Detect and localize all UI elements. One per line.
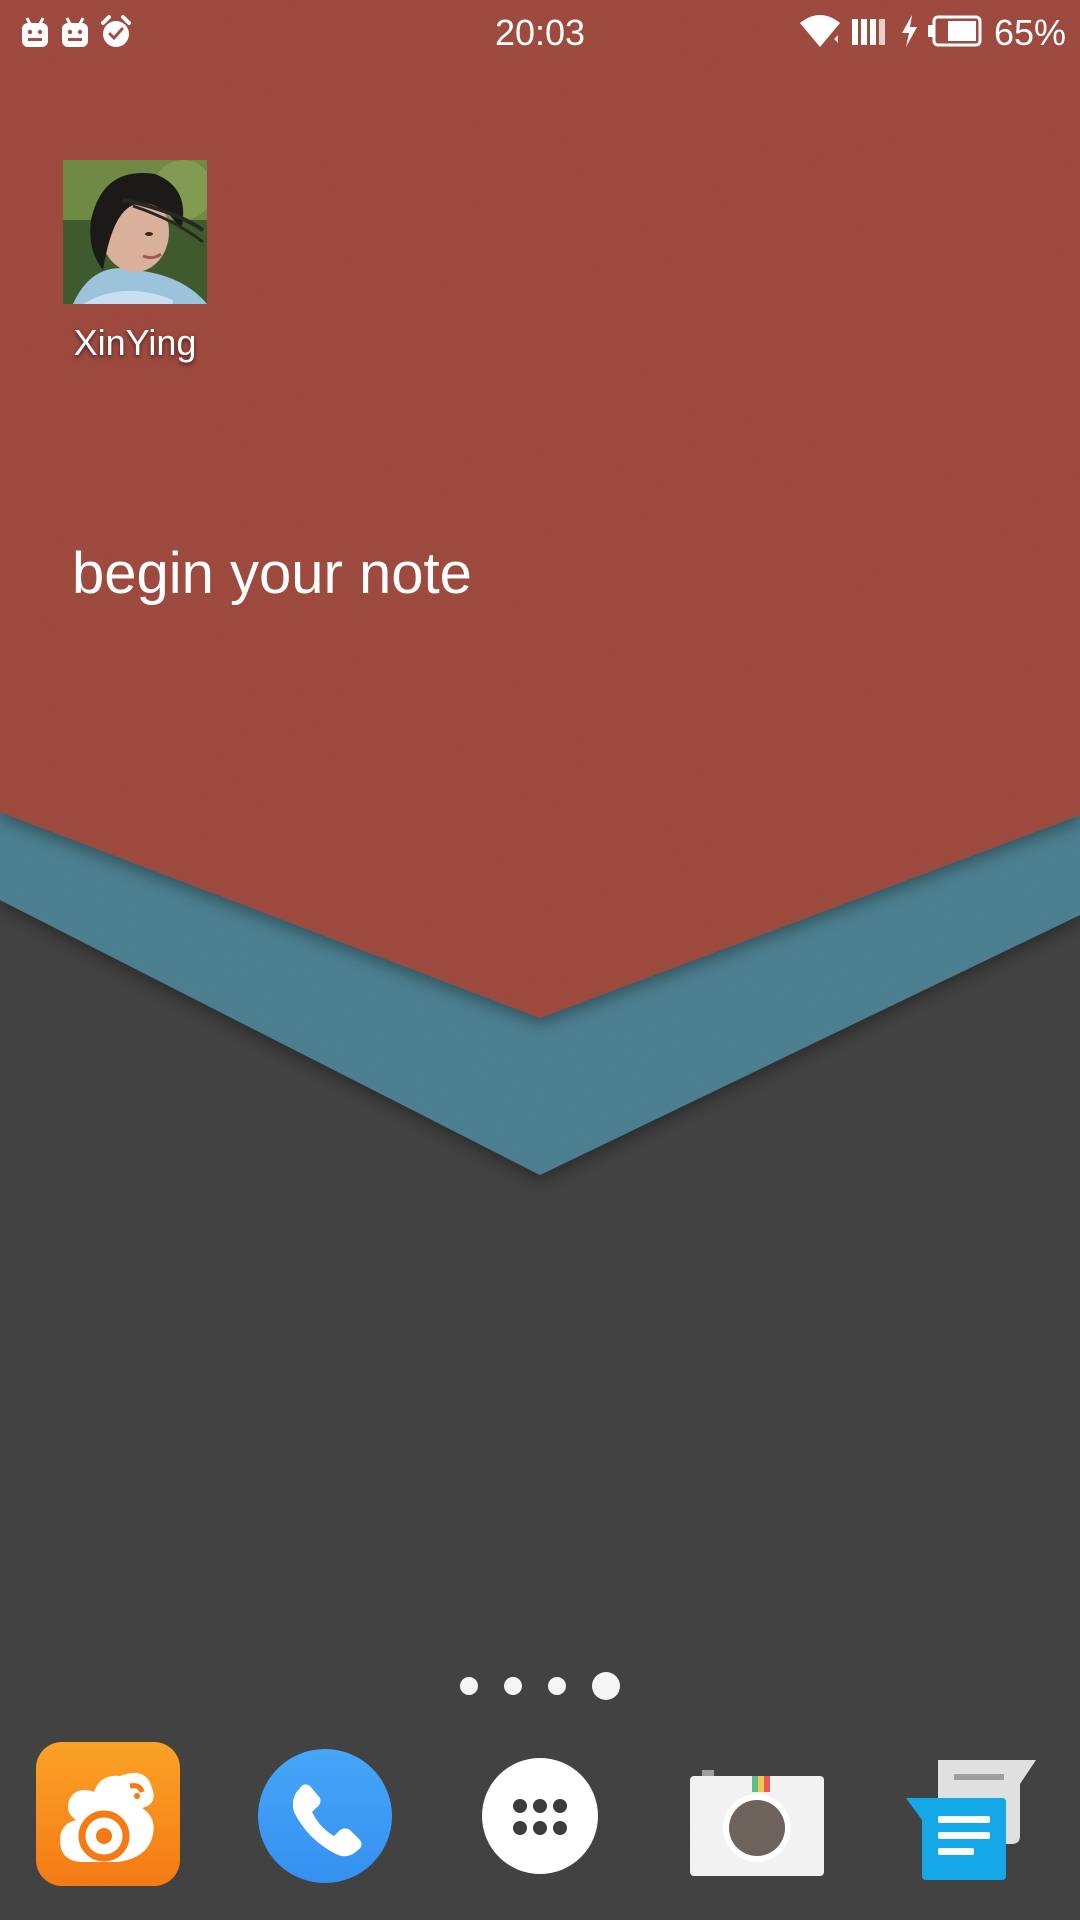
contact-shortcut[interactable]: XinYing xyxy=(40,160,230,364)
contact-name: XinYing xyxy=(73,322,197,363)
page-dot-active xyxy=(592,1672,620,1700)
page-dot xyxy=(460,1677,478,1695)
battery-icon xyxy=(927,13,982,53)
phone-icon[interactable] xyxy=(250,1740,400,1890)
battery-percent: 65% xyxy=(993,12,1066,53)
page-dot xyxy=(548,1677,566,1695)
wifi-icon xyxy=(798,13,842,53)
home-screen: 20:03 65% XinYing begin your note xyxy=(0,0,1080,1920)
uc-browser-icon[interactable] xyxy=(34,1740,184,1890)
note-widget-text[interactable]: begin your note xyxy=(72,540,472,607)
signal-icon xyxy=(850,13,890,53)
status-bar: 20:03 65% xyxy=(0,0,1080,68)
system-icons: 65% xyxy=(798,12,1066,54)
dock xyxy=(0,1730,1080,1890)
camera-icon[interactable] xyxy=(680,1740,830,1890)
page-indicator xyxy=(0,1672,1080,1700)
messages-icon[interactable] xyxy=(898,1740,1048,1890)
page-dot xyxy=(504,1677,522,1695)
contact-avatar[interactable] xyxy=(63,160,207,304)
charging-icon xyxy=(898,13,920,53)
app-drawer-icon[interactable] xyxy=(465,1740,615,1890)
